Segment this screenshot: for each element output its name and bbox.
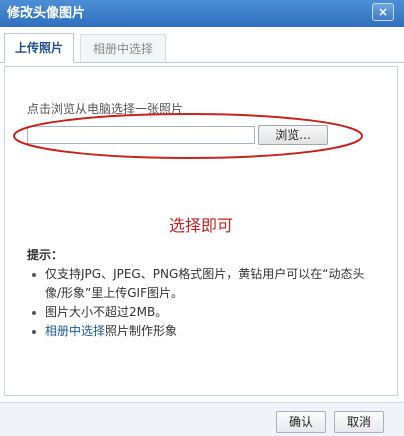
dialog-title: 修改头像图片 — [7, 6, 86, 21]
dialog-titlebar: 修改头像图片 × — [0, 0, 404, 27]
tip-text: 图片大小不超过2MB。 — [45, 305, 168, 319]
cancel-button[interactable]: 取消 — [334, 411, 384, 433]
list-item: 相册中选择照片制作形象 — [31, 322, 376, 341]
tips-list: 仅支持JPG、JPEG、PNG格式图片，黄钻用户可以在“动态头像/形象”里上传G… — [31, 265, 376, 341]
upload-panel: 点击浏览从电脑选择一张照片 浏览... 选择即可 提示： 仅支持JPG、JPEG… — [4, 66, 398, 396]
close-icon: × — [377, 5, 389, 19]
bullet-icon — [32, 311, 36, 315]
bullet-icon — [32, 330, 36, 334]
highlight-ellipse — [13, 113, 363, 159]
confirm-button[interactable]: 确认 — [276, 411, 326, 433]
album-select-link[interactable]: 相册中选择 — [45, 324, 105, 338]
annotation-text: 选择即可 — [168, 216, 233, 235]
tab-bar: 上传照片 相册中选择 — [0, 27, 404, 63]
list-item: 仅支持JPG、JPEG、PNG格式图片，黄钻用户可以在“动态头像/形象”里上传G… — [31, 265, 376, 303]
list-item: 图片大小不超过2MB。 — [31, 303, 376, 322]
tips-title: 提示： — [27, 248, 64, 262]
dialog-footer: 确认 取消 — [0, 402, 404, 436]
tab-upload-photo[interactable]: 上传照片 — [4, 33, 74, 63]
tip-text: 照片制作形象 — [105, 324, 178, 338]
tab-select-from-album[interactable]: 相册中选择 — [80, 34, 166, 62]
bullet-icon — [32, 273, 36, 277]
tip-text: 仅支持JPG、JPEG、PNG格式图片，黄钻用户可以在“动态头像/形象”里上传G… — [45, 267, 365, 300]
close-button[interactable]: × — [372, 3, 394, 21]
